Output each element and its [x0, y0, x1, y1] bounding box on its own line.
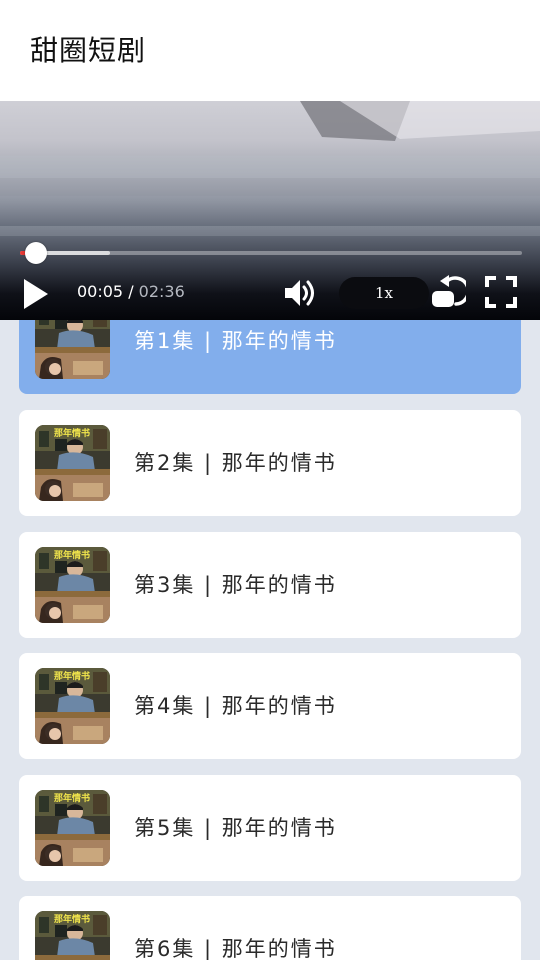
episode-label: 第2集 | 那年的情书 — [134, 451, 337, 475]
poster-image: 那年情书 — [35, 425, 110, 501]
episode-card-2[interactable]: 那年情书 第2集 | 那年的情书 — [19, 410, 521, 516]
replay-button[interactable] — [430, 271, 471, 311]
app-title: 甜圈短剧 — [30, 34, 147, 67]
episode-label: 第3集 | 那年的情书 — [134, 573, 337, 597]
svg-text:那年情书: 那年情书 — [54, 549, 90, 561]
episode-label: 第5集 | 那年的情书 — [134, 816, 337, 840]
episode-thumbnail: 那年情书 — [35, 668, 110, 744]
episode-label: 第4集 | 那年的情书 — [134, 694, 337, 718]
episode-card-3[interactable]: 那年情书 第3集 | 那年的情书 — [19, 532, 521, 638]
time-separator: / — [123, 282, 139, 301]
poster-image: 那年情书 — [35, 790, 110, 866]
svg-text:那年情书: 那年情书 — [54, 670, 90, 682]
playback-speed-button[interactable]: 1x — [339, 277, 429, 309]
episode-thumbnail: 那年情书 — [35, 547, 110, 623]
duration: 02:36 — [138, 282, 185, 301]
current-time: 00:05 — [77, 282, 124, 301]
volume-icon — [285, 280, 314, 306]
episode-label: 第1集 | 那年的情书 — [134, 329, 337, 353]
episode-thumbnail: 那年情书 — [35, 425, 110, 501]
episode-card-4[interactable]: 那年情书 第4集 | 那年的情书 — [19, 653, 521, 759]
volume-button[interactable] — [282, 275, 318, 311]
svg-text:那年情书: 那年情书 — [54, 792, 90, 804]
time-display: 00:05 / 02:36 — [77, 281, 185, 303]
episode-card-6[interactable]: 那年情书 第6集 | 那年的情书 — [19, 896, 521, 960]
fullscreen-button[interactable] — [484, 275, 518, 309]
svg-text:那年情书: 那年情书 — [54, 913, 90, 925]
app-header: 甜圈短剧 — [0, 0, 540, 101]
progress-knob[interactable] — [25, 242, 48, 264]
svg-text:那年情书: 那年情书 — [54, 427, 90, 439]
poster-image: 那年情书 — [35, 911, 110, 960]
progress-bar[interactable] — [20, 242, 522, 264]
episode-card-5[interactable]: 那年情书 第5集 | 那年的情书 — [19, 775, 521, 881]
poster-image: 那年情书 — [35, 547, 110, 623]
play-button[interactable] — [20, 276, 52, 312]
episode-label: 第6集 | 那年的情书 — [134, 937, 337, 960]
play-icon — [24, 279, 48, 309]
episode-thumbnail: 那年情书 — [35, 790, 110, 866]
video-player[interactable]: 00:05 / 02:36 1x — [0, 101, 540, 320]
poster-image: 那年情书 — [35, 668, 110, 744]
fullscreen-icon — [485, 276, 517, 308]
replay-icon — [432, 275, 471, 307]
episode-thumbnail: 那年情书 — [35, 911, 110, 960]
